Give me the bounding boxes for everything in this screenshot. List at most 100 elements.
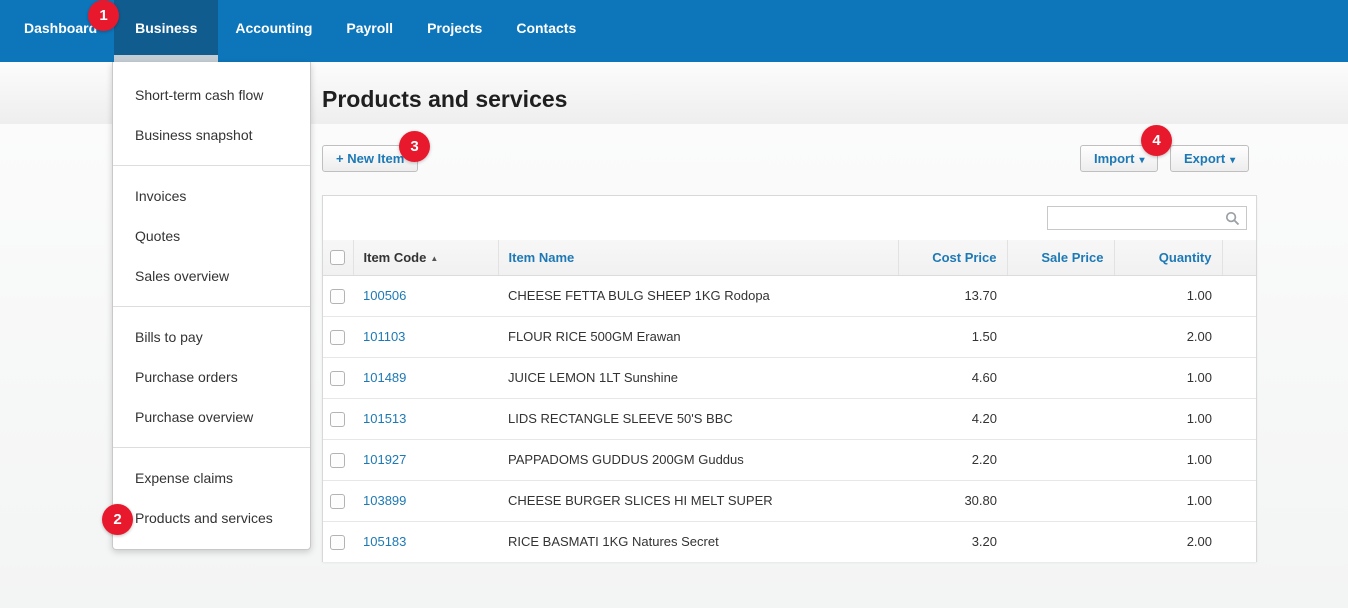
actions-cell <box>1222 438 1256 480</box>
chevron-down-icon: ▾ <box>1230 155 1236 166</box>
quantity-cell: 2.00 <box>1114 520 1222 562</box>
item-name-cell: LIDS RECTANGLE SLEEVE 50'S BBC <box>498 397 898 439</box>
sale-price-cell <box>1007 315 1114 357</box>
quantity-cell: 1.00 <box>1114 397 1222 439</box>
annotation-badge-2: 2 <box>102 504 133 535</box>
select-all-header <box>323 240 354 276</box>
item-code-cell: 101927 <box>353 438 498 480</box>
products-table-panel: Item Code ▲ Item Name Cost Price Sale Pri… <box>322 195 1257 562</box>
item-name-cell: CHEESE BURGER SLICES HI MELT SUPER <box>498 479 898 521</box>
actions-cell <box>1222 356 1256 398</box>
cost-price-cell: 1.50 <box>898 315 1007 357</box>
table-search-row <box>323 196 1256 240</box>
item-code-link[interactable]: 101927 <box>363 452 406 467</box>
item-code-link[interactable]: 101513 <box>363 411 406 426</box>
new-item-label: + New Item <box>336 151 405 166</box>
menu-group: Expense claims Products and services <box>113 447 310 538</box>
column-header-item-code[interactable]: Item Code ▲ <box>353 240 499 276</box>
search-input[interactable] <box>1047 206 1247 230</box>
item-name-cell: PAPPADOMS GUDDUS 200GM Guddus <box>498 438 898 480</box>
row-checkbox[interactable] <box>330 370 345 386</box>
menu-group: Short-term cash flow Business snapshot <box>113 75 310 155</box>
menu-item-quotes[interactable]: Quotes <box>113 216 310 256</box>
item-name-cell: CHEESE FETTA BULG SHEEP 1KG Rodopa <box>498 275 898 316</box>
row-checkbox[interactable] <box>330 329 345 345</box>
sale-price-cell <box>1007 275 1114 316</box>
row-checkbox[interactable] <box>330 288 345 304</box>
column-header-quantity[interactable]: Quantity <box>1114 240 1223 276</box>
item-code-link[interactable]: 103899 <box>363 493 406 508</box>
menu-item-expense-claims[interactable]: Expense claims <box>113 458 310 498</box>
item-code-link[interactable]: 105183 <box>363 534 406 549</box>
sale-price-cell <box>1007 520 1114 562</box>
cost-price-cell: 13.70 <box>898 275 1007 316</box>
table-row: 103899 CHEESE BURGER SLICES HI MELT SUPER… <box>323 479 1256 521</box>
row-select-cell <box>323 397 353 439</box>
quantity-cell: 2.00 <box>1114 315 1222 357</box>
row-checkbox[interactable] <box>330 452 345 468</box>
select-all-checkbox[interactable] <box>330 250 345 266</box>
sale-price-cell <box>1007 397 1114 439</box>
cost-price-cell: 30.80 <box>898 479 1007 521</box>
top-navbar: Dashboard Business Accounting Payroll Projec… <box>0 0 1348 62</box>
nav-item-accounting[interactable]: Accounting <box>218 0 329 62</box>
row-select-cell <box>323 438 353 480</box>
menu-group: Invoices Quotes Sales overview <box>113 165 310 296</box>
cost-price-cell: 2.20 <box>898 438 1007 480</box>
menu-item-purchase-overview[interactable]: Purchase overview <box>113 397 310 437</box>
cost-price-cell: 4.60 <box>898 356 1007 398</box>
nav-item-projects[interactable]: Projects <box>410 0 499 62</box>
annotation-badge-1: 1 <box>88 0 119 31</box>
item-name-cell: JUICE LEMON 1LT Sunshine <box>498 356 898 398</box>
table-row: 101489 JUICE LEMON 1LT Sunshine 4.60 1.00 <box>323 356 1256 398</box>
row-select-cell <box>323 479 353 521</box>
quantity-cell: 1.00 <box>1114 479 1222 521</box>
item-name-cell: FLOUR RICE 500GM Erawan <box>498 315 898 357</box>
table-row: 100506 CHEESE FETTA BULG SHEEP 1KG Rodopa… <box>323 275 1256 316</box>
table-row: 101513 LIDS RECTANGLE SLEEVE 50'S BBC 4.20… <box>323 397 1256 439</box>
row-select-cell <box>323 520 353 562</box>
menu-item-purchase-orders[interactable]: Purchase orders <box>113 357 310 397</box>
menu-item-business-snapshot[interactable]: Business snapshot <box>113 115 310 155</box>
item-code-link[interactable]: 101489 <box>363 370 406 385</box>
row-select-cell <box>323 315 353 357</box>
menu-item-products-and-services[interactable]: Products and services <box>113 498 310 538</box>
cost-price-cell: 3.20 <box>898 520 1007 562</box>
nav-item-business[interactable]: Business <box>114 0 219 62</box>
cost-price-cell: 4.20 <box>898 397 1007 439</box>
column-header-sale-price[interactable]: Sale Price <box>1007 240 1115 276</box>
nav-item-payroll[interactable]: Payroll <box>329 0 410 62</box>
row-checkbox[interactable] <box>330 534 345 550</box>
column-header-cost-price[interactable]: Cost Price <box>898 240 1008 276</box>
item-code-cell: 105183 <box>353 520 498 562</box>
sort-ascending-icon: ▲ <box>430 253 439 263</box>
business-dropdown-menu: Short-term cash flow Business snapshot Inv… <box>112 62 311 550</box>
table-row: 101927 PAPPADOMS GUDDUS 200GM Guddus 2.20 1… <box>323 438 1256 480</box>
export-button[interactable]: Export ▾ <box>1170 145 1250 172</box>
item-code-link[interactable]: 100506 <box>363 288 406 303</box>
row-select-cell <box>323 356 353 398</box>
item-code-link[interactable]: 101103 <box>363 329 405 344</box>
menu-item-short-term-cash-flow[interactable]: Short-term cash flow <box>113 75 310 115</box>
nav-item-contacts[interactable]: Contacts <box>499 0 593 62</box>
column-header-actions <box>1222 240 1256 276</box>
menu-item-bills-to-pay[interactable]: Bills to pay <box>113 317 310 357</box>
menu-group: Bills to pay Purchase orders Purchase over… <box>113 306 310 437</box>
menu-item-invoices[interactable]: Invoices <box>113 176 310 216</box>
products-table: Item Code ▲ Item Name Cost Price Sale Pri… <box>323 240 1256 562</box>
annotation-badge-3: 3 <box>399 131 430 162</box>
row-select-cell <box>323 275 353 316</box>
column-header-item-name[interactable]: Item Name <box>498 240 899 276</box>
item-code-cell: 103899 <box>353 479 498 521</box>
row-checkbox[interactable] <box>330 493 345 509</box>
actions-cell <box>1222 315 1256 357</box>
row-checkbox[interactable] <box>330 411 345 427</box>
import-label: Import <box>1094 151 1135 166</box>
item-code-cell: 101103 <box>353 315 498 357</box>
chevron-down-icon: ▾ <box>1139 155 1145 166</box>
table-row: 101103 FLOUR RICE 500GM Erawan 1.50 2.00 <box>323 315 1256 357</box>
menu-item-sales-overview[interactable]: Sales overview <box>113 256 310 296</box>
page-title: Products and services <box>322 86 568 112</box>
actions-cell <box>1222 275 1256 316</box>
export-label: Export <box>1184 151 1226 166</box>
